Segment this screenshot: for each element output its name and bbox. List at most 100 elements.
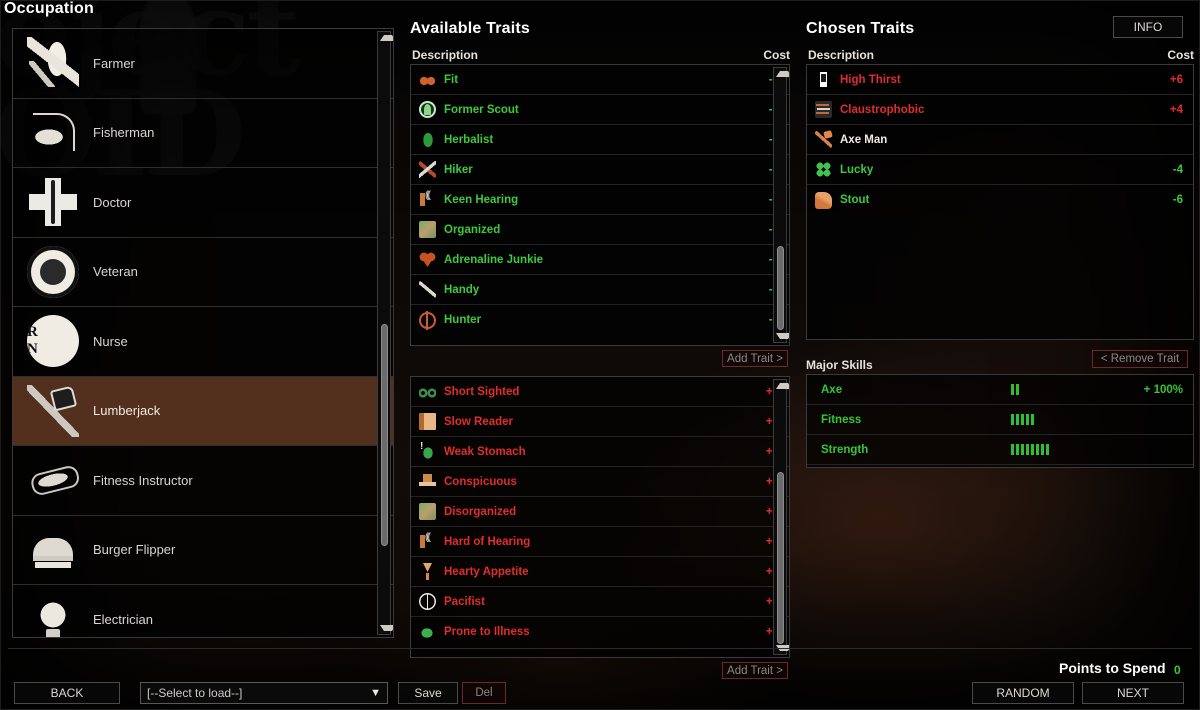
lightbulb-icon <box>27 593 79 637</box>
trait-row[interactable]: Slow Reader+2 <box>411 407 789 437</box>
trait-label: Organized <box>444 223 501 236</box>
occupation-row[interactable]: Fisherman <box>13 99 393 168</box>
save-button[interactable]: Save <box>398 682 458 704</box>
caduceus-rn-icon <box>27 315 79 368</box>
info-button[interactable]: INFO <box>1113 16 1183 38</box>
occupation-list[interactable]: Farmer Fisherman Doctor Veteran Nurse Lumberj… <box>12 28 394 638</box>
dumbbell-icon <box>21 448 85 512</box>
trait-label: Fit <box>444 73 459 86</box>
trait-row[interactable]: Claustrophobic +4 <box>807 95 1193 125</box>
trait-label: Lucky <box>840 163 874 176</box>
positive-traits-list[interactable]: Fit-6Former Scout-6Herbalist-6Hiker-6Kee… <box>410 64 790 346</box>
scrollbar-thumb[interactable] <box>380 324 388 546</box>
trait-label: Claustrophobic <box>840 103 925 116</box>
occupation-scrollbar[interactable] <box>377 31 393 635</box>
trait-label: Hard of Hearing <box>444 535 531 548</box>
trait-row[interactable]: Handy-8 <box>411 275 789 305</box>
trait-row[interactable]: Keen Hearing-6 <box>411 185 789 215</box>
occupation-label: Veteran <box>93 264 138 280</box>
add-trait-button-negative[interactable]: Add Trait > <box>722 662 788 679</box>
trait-row[interactable]: Disorganized+4 <box>411 497 789 527</box>
scrollbar-thumb[interactable] <box>776 472 784 644</box>
trait-row[interactable]: Pacifist+4 <box>411 587 789 617</box>
trait-row[interactable]: Lucky -4 <box>807 155 1193 185</box>
scroll-down-icon[interactable] <box>380 625 393 631</box>
occupation-row[interactable]: Lumberjack <box>13 376 393 446</box>
trait-row[interactable]: High Thirst +6 <box>807 65 1193 95</box>
delete-button[interactable]: Del <box>462 682 506 704</box>
trait-row[interactable]: Hard of Hearing+4 <box>411 527 789 557</box>
scroll-up-icon[interactable] <box>776 383 789 389</box>
scroll-up-icon[interactable] <box>776 71 789 77</box>
negative-traits-scrollbar[interactable] <box>773 379 789 655</box>
trait-row[interactable]: Hiker-6 <box>411 155 789 185</box>
skill-level-bars <box>1011 414 1125 425</box>
negative-traits-list[interactable]: Short Sighted+2Slow Reader+2Weak Stomach… <box>410 376 790 658</box>
occupation-row[interactable]: Farmer <box>13 29 393 99</box>
column-header-description: Description <box>412 48 479 62</box>
points-to-spend-value: 0 <box>1174 663 1181 677</box>
trait-label: Keen Hearing <box>444 193 519 206</box>
wine-glass-icon <box>419 563 436 580</box>
trait-cost: +6 <box>1169 73 1183 86</box>
narrow-space-icon <box>815 101 832 118</box>
medical-cross-icon <box>27 176 79 229</box>
trait-row[interactable]: Organized-6 <box>411 215 789 245</box>
fishing-lure-icon <box>27 106 79 159</box>
trait-row[interactable]: Former Scout-6 <box>411 95 789 125</box>
trait-row[interactable]: Hunter-8 <box>411 305 789 335</box>
scout-badge-icon <box>419 101 436 118</box>
ear-sound-icon <box>419 190 436 208</box>
trait-row[interactable]: Hearty Appetite+4 <box>411 557 789 587</box>
positive-traits-scrollbar[interactable] <box>773 67 789 343</box>
trait-row[interactable]: Herbalist-6 <box>411 125 789 155</box>
hiking-poles-icon <box>419 161 436 178</box>
water-bottle-icon <box>815 71 832 88</box>
scroll-up-icon[interactable] <box>380 35 393 41</box>
burger-icon <box>27 523 79 576</box>
leaf-icon <box>419 131 436 148</box>
trait-label: Axe Man <box>840 133 888 146</box>
occupation-row[interactable]: Fitness Instructor <box>13 446 393 516</box>
lungs-icon <box>419 71 436 88</box>
trait-row[interactable]: Fit-6 <box>411 65 789 95</box>
back-button[interactable]: BACK <box>14 682 120 704</box>
occupation-row[interactable]: Electrician <box>13 585 393 637</box>
occupation-label: Fitness Instructor <box>93 472 193 488</box>
occupation-row[interactable]: Veteran <box>13 238 393 307</box>
add-trait-button-positive[interactable]: Add Trait > <box>722 350 788 367</box>
backpack-icon <box>419 221 436 238</box>
occupation-row[interactable]: Doctor <box>13 168 393 238</box>
trait-row[interactable]: Stout -6 <box>807 185 1193 215</box>
remove-trait-button[interactable]: < Remove Trait <box>1092 350 1188 368</box>
chosen-traits-list[interactable]: High Thirst +6 Claustrophobic +4 Axe Man Luck… <box>806 64 1194 340</box>
backpack-icon <box>419 503 436 520</box>
next-button[interactable]: NEXT <box>1082 682 1184 704</box>
scrollbar-thumb[interactable] <box>776 246 784 330</box>
occupation-row[interactable]: Nurse <box>13 307 393 377</box>
trait-row[interactable]: Adrenaline Junkie-8 <box>411 245 789 275</box>
occupation-label: Farmer <box>93 55 135 71</box>
hammer-icon <box>419 281 436 298</box>
clover-icon <box>815 161 832 178</box>
column-header-cost: Cost <box>1167 48 1194 62</box>
germ-icon <box>419 623 436 641</box>
trait-label: Stout <box>840 194 870 206</box>
trait-label: Adrenaline Junkie <box>444 253 544 266</box>
trait-label: Pacifist <box>444 595 485 608</box>
stomach-icon <box>419 441 436 460</box>
trait-row[interactable]: Weak Stomach+3 <box>411 437 789 467</box>
random-button[interactable]: RANDOM <box>972 682 1074 704</box>
load-preset-dropdown[interactable]: [--Select to load--] ▼ <box>140 682 388 704</box>
trait-row[interactable]: Axe Man <box>807 125 1193 155</box>
trait-row[interactable]: Conspicuous+4 <box>411 467 789 497</box>
axe-icon <box>27 384 79 437</box>
skill-row: Strength <box>807 435 1193 465</box>
trait-row[interactable]: Prone to Illness+4 <box>411 617 789 647</box>
trait-row[interactable]: Short Sighted+2 <box>411 377 789 407</box>
trait-label: Disorganized <box>444 505 517 518</box>
trait-label: Former Scout <box>444 103 519 116</box>
scroll-down-icon[interactable] <box>776 333 789 339</box>
chevron-down-icon[interactable]: ▼ <box>370 687 381 699</box>
occupation-row[interactable]: Burger Flipper <box>13 516 393 585</box>
